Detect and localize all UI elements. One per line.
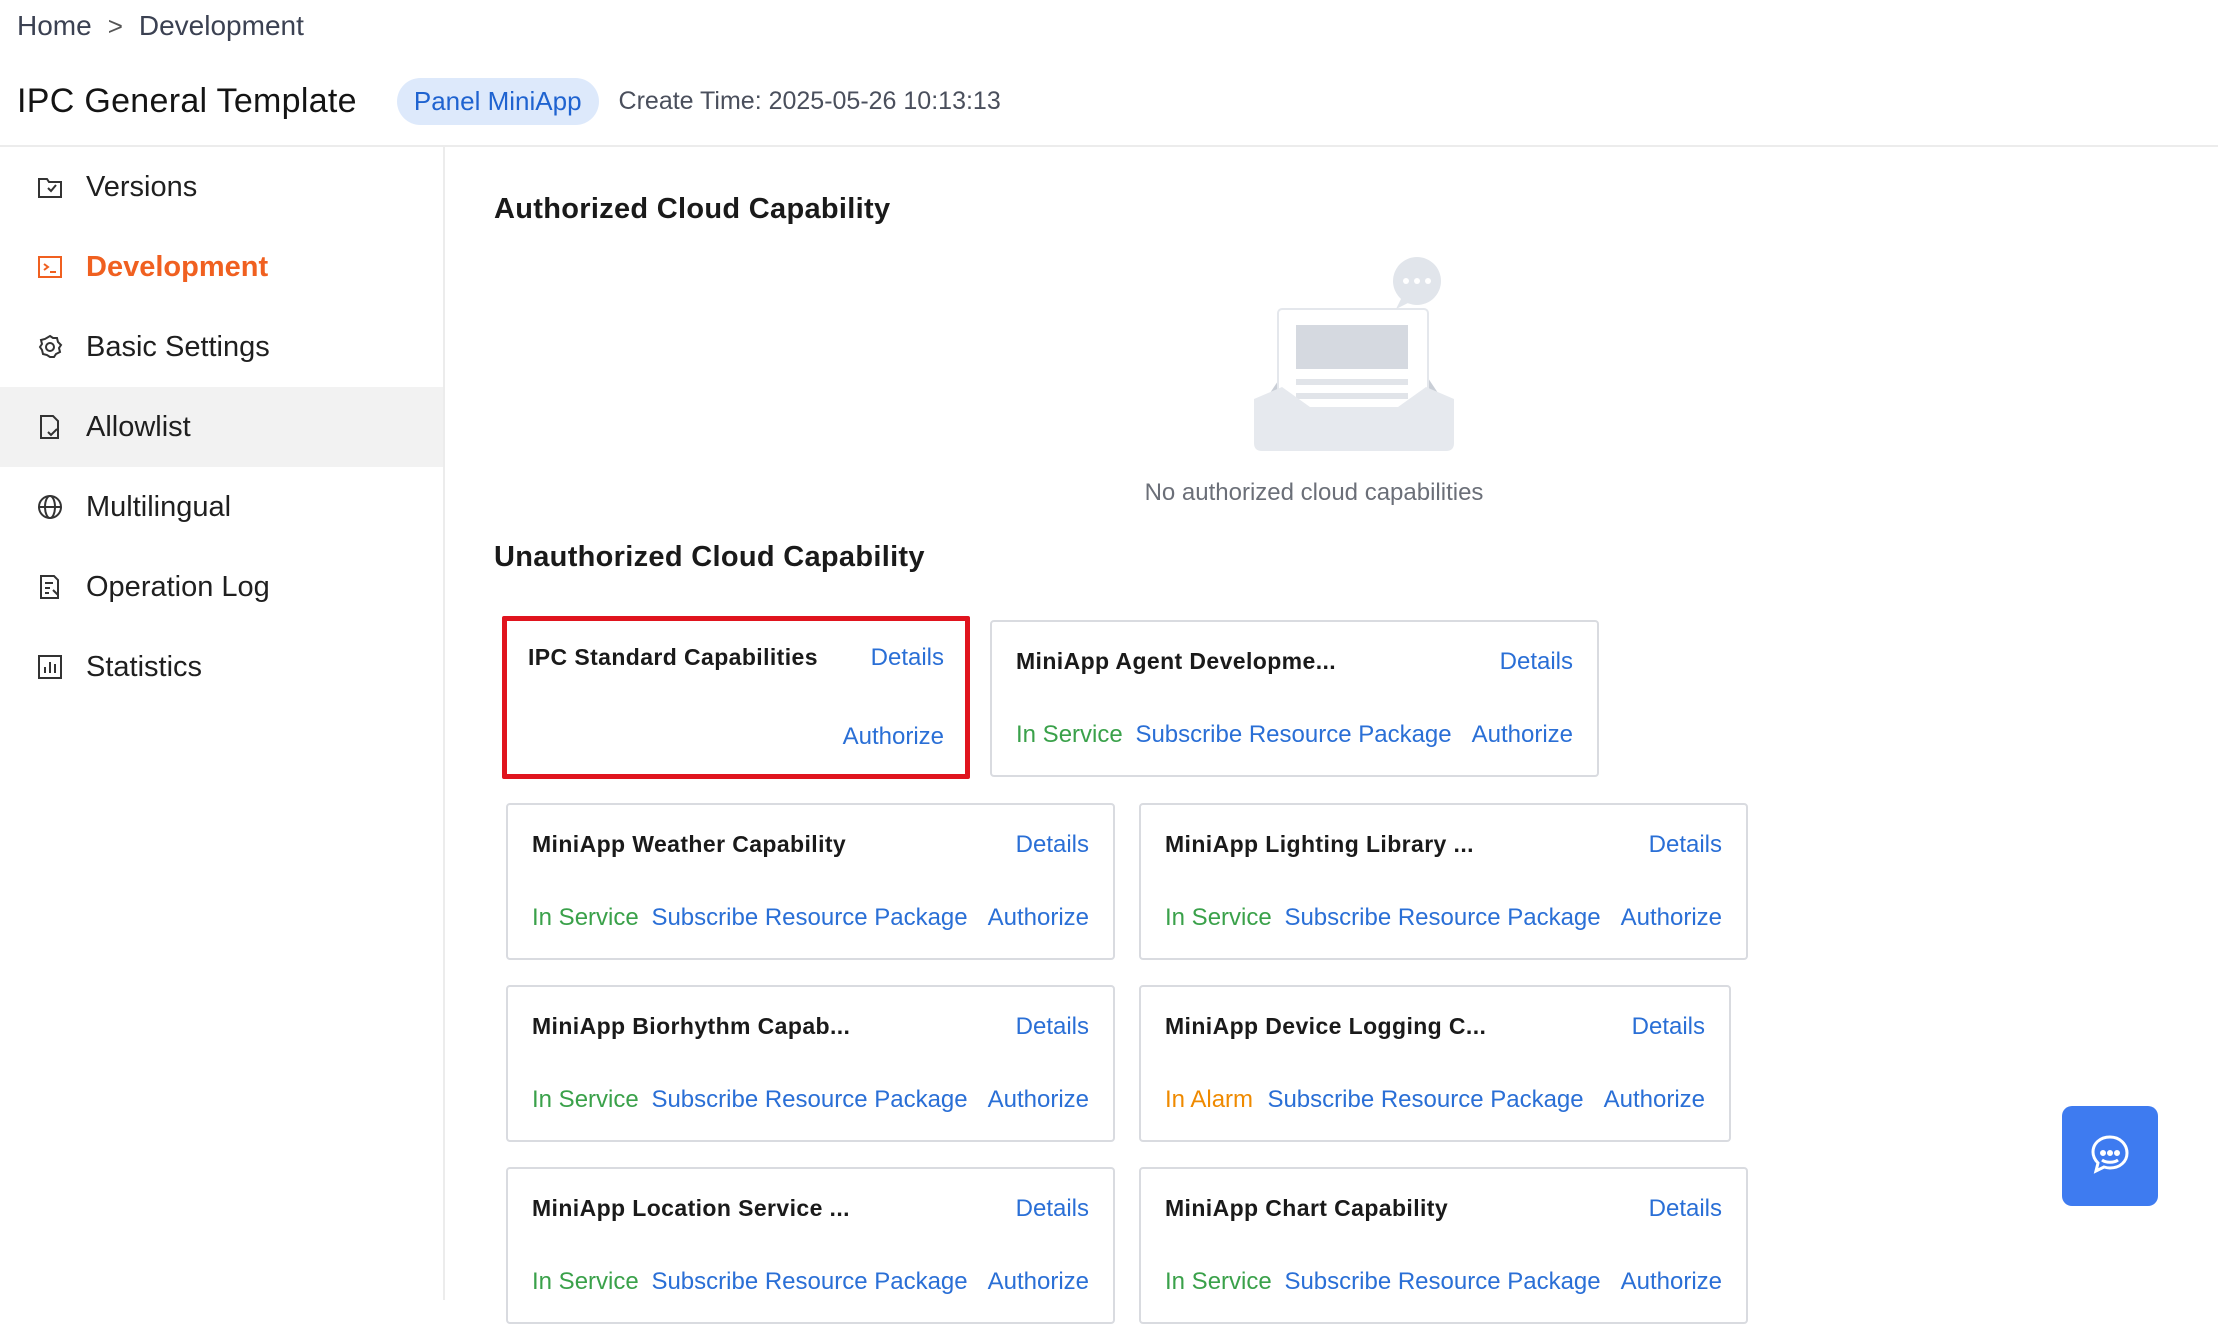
create-time: Create Time: 2025-05-26 10:13:13 — [618, 86, 1001, 115]
capability-name: MiniApp Chart Capability — [1165, 1195, 1449, 1221]
sidebar-item-label: Basic Settings — [86, 330, 270, 363]
authorize-link[interactable]: Authorize — [988, 904, 1089, 932]
chat-icon — [2088, 1132, 2132, 1181]
main-content: Authorized Cloud Capability No authorize… — [447, 149, 2218, 1324]
sidebar-item-basic-settings[interactable]: Basic Settings — [0, 307, 443, 387]
card-actions: Authorize — [843, 723, 944, 751]
status-badge: In Service — [532, 904, 639, 931]
capability-card: MiniApp Agent Developme... Details In Se… — [990, 620, 1599, 777]
status-badge: In Service — [532, 1268, 639, 1295]
authorize-link[interactable]: Authorize — [1621, 1268, 1722, 1296]
authorized-section-title: Authorized Cloud Capability — [494, 193, 891, 225]
sidebar-item-statistics[interactable]: Statistics — [0, 627, 443, 707]
sidebar-item-versions[interactable]: Versions — [0, 147, 443, 227]
empty-inbox-icon — [1242, 257, 1472, 457]
authorize-link[interactable]: Authorize — [1621, 904, 1722, 932]
type-badge: Panel MiniApp — [396, 77, 599, 125]
details-link[interactable]: Details — [1500, 648, 1573, 676]
capability-card: MiniApp Biorhythm Capab... Details In Se… — [506, 985, 1115, 1142]
card-actions: Subscribe Resource Package Authorize — [1135, 721, 1573, 749]
chat-button[interactable] — [2062, 1106, 2158, 1206]
card-actions: Subscribe Resource Package Authorize — [651, 1268, 1089, 1296]
development-icon — [35, 252, 65, 282]
capability-name: IPC Standard Capabilities — [528, 644, 818, 670]
sidebar-item-label: Versions — [86, 170, 198, 203]
subscribe-resource-package-link[interactable]: Subscribe Resource Package — [1267, 1086, 1583, 1114]
versions-icon — [35, 172, 65, 202]
subscribe-resource-package-link[interactable]: Subscribe Resource Package — [1135, 721, 1451, 749]
title-row: IPC General Template Panel MiniApp Creat… — [17, 76, 1001, 126]
authorize-link[interactable]: Authorize — [1604, 1086, 1705, 1114]
details-link[interactable]: Details — [1016, 1195, 1089, 1223]
statistics-icon — [35, 652, 65, 682]
capability-name: MiniApp Device Logging C... — [1165, 1013, 1487, 1039]
capability-card: MiniApp Device Logging C... Details In A… — [1139, 985, 1731, 1142]
globe-icon — [35, 492, 65, 522]
capability-name: MiniApp Agent Developme... — [1016, 648, 1337, 674]
breadcrumb-separator: > — [107, 10, 123, 41]
status-badge: In Service — [532, 1086, 639, 1113]
log-icon — [35, 572, 65, 602]
subscribe-resource-package-link[interactable]: Subscribe Resource Package — [651, 1268, 967, 1296]
capability-card: IPC Standard Capabilities Details Author… — [502, 616, 970, 779]
sidebar-item-development[interactable]: Development — [0, 227, 443, 307]
status-badge: In Alarm — [1165, 1086, 1254, 1113]
sidebar-item-allowlist[interactable]: Allowlist — [0, 387, 443, 467]
subscribe-resource-package-link[interactable]: Subscribe Resource Package — [651, 904, 967, 932]
status-badge: In Service — [1165, 1268, 1272, 1295]
capability-card: MiniApp Weather Capability Details In Se… — [506, 803, 1115, 960]
empty-state-text: No authorized cloud capabilities — [1144, 479, 1484, 506]
card-actions: Subscribe Resource Package Authorize — [1284, 1268, 1722, 1296]
status-badge: In Service — [1165, 904, 1272, 931]
capability-name: MiniApp Lighting Library ... — [1165, 831, 1474, 857]
sidebar-item-label: Allowlist — [86, 410, 191, 443]
subscribe-resource-package-link[interactable]: Subscribe Resource Package — [1284, 1268, 1600, 1296]
details-link[interactable]: Details — [1632, 1013, 1705, 1041]
capability-name: MiniApp Weather Capability — [532, 831, 847, 857]
sidebar-item-multilingual[interactable]: Multilingual — [0, 467, 443, 547]
details-link[interactable]: Details — [1016, 831, 1089, 859]
subscribe-resource-package-link[interactable]: Subscribe Resource Package — [1284, 904, 1600, 932]
card-actions: Subscribe Resource Package Authorize — [1284, 904, 1722, 932]
sidebar-item-label: Statistics — [86, 650, 203, 683]
unauthorized-section-title: Unauthorized Cloud Capability — [494, 541, 925, 573]
sidebar-item-label: Multilingual — [86, 490, 232, 523]
details-link[interactable]: Details — [1016, 1013, 1089, 1041]
breadcrumb-current: Development — [138, 10, 304, 41]
authorize-link[interactable]: Authorize — [1472, 721, 1573, 749]
capability-card: MiniApp Chart Capability Details In Serv… — [1139, 1167, 1748, 1324]
capability-card: MiniApp Lighting Library ... Details In … — [1139, 803, 1748, 960]
sidebar-item-label: Development — [86, 250, 269, 283]
authorize-link[interactable]: Authorize — [843, 723, 944, 751]
page-title: IPC General Template — [17, 81, 357, 120]
allowlist-icon — [35, 412, 65, 442]
card-actions: Subscribe Resource Package Authorize — [1267, 1086, 1705, 1114]
breadcrumb-home[interactable]: Home — [17, 10, 92, 42]
status-badge: In Service — [1016, 721, 1123, 748]
subscribe-resource-package-link[interactable]: Subscribe Resource Package — [651, 1086, 967, 1114]
breadcrumb: Home > Development — [17, 10, 304, 42]
card-actions: Subscribe Resource Package Authorize — [651, 1086, 1089, 1114]
page-header: Home > Development IPC General Template … — [0, 0, 2218, 147]
gear-icon — [35, 332, 65, 362]
card-actions: Subscribe Resource Package Authorize — [651, 904, 1089, 932]
details-link[interactable]: Details — [871, 644, 944, 672]
sidebar: Versions Development Basic Settings Allo… — [0, 147, 445, 1300]
capability-card: MiniApp Location Service ... Details In … — [506, 1167, 1115, 1324]
sidebar-item-label: Operation Log — [86, 570, 270, 603]
authorize-link[interactable]: Authorize — [988, 1086, 1089, 1114]
authorize-link[interactable]: Authorize — [988, 1268, 1089, 1296]
sidebar-item-operation-log[interactable]: Operation Log — [0, 547, 443, 627]
capability-name: MiniApp Biorhythm Capab... — [532, 1013, 851, 1039]
details-link[interactable]: Details — [1649, 831, 1722, 859]
capability-name: MiniApp Location Service ... — [532, 1195, 850, 1221]
details-link[interactable]: Details — [1649, 1195, 1722, 1223]
